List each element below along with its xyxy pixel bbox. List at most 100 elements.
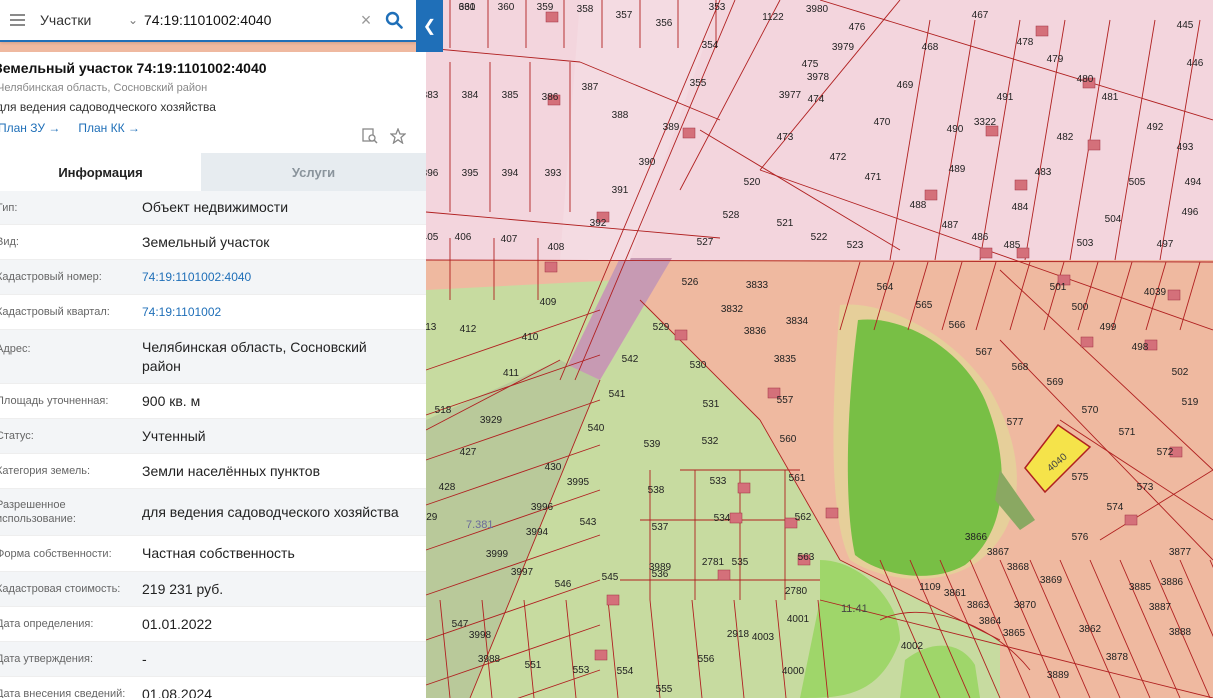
parcel-number-label: 4003 xyxy=(752,632,775,643)
parcel-number-label: 542 xyxy=(622,354,639,365)
parcel-number-label: 546 xyxy=(555,579,572,590)
layer-select[interactable]: Участки ⌄ xyxy=(40,12,138,28)
parcel-number-label: 3870 xyxy=(1014,600,1037,611)
parcel-number-label: 3980 xyxy=(806,4,829,15)
chevron-left-icon: ❮ xyxy=(422,18,437,35)
parcel-number-label: 4001 xyxy=(787,614,810,625)
parcel-number-label: 4039 xyxy=(1144,287,1167,298)
parcel-number-label: 500 xyxy=(1072,302,1089,313)
info-row-area: Площадь уточненная: 900 кв. м xyxy=(0,384,426,419)
plan-zu-link[interactable]: План ЗУ → xyxy=(0,121,60,135)
parcel-number-label: 3869 xyxy=(1040,575,1063,586)
parcel-number-label: 540 xyxy=(588,423,605,434)
panel-tabs: Информация Услуги xyxy=(0,153,426,191)
parcel-number-label: 3989 xyxy=(649,562,672,573)
parcel-number-label: 392 xyxy=(590,218,607,229)
hamburger-menu-icon[interactable] xyxy=(4,14,30,26)
parcel-number-label: 474 xyxy=(808,94,825,105)
parcel-number-label: 576 xyxy=(1072,532,1089,543)
parcel-number-label: 528 xyxy=(723,210,740,221)
parcel-number-label: 393 xyxy=(545,168,562,179)
row-value: 900 кв. м xyxy=(142,392,201,409)
row-value: Частная собственность xyxy=(142,545,295,561)
parcel-number-label: 547 xyxy=(452,619,469,630)
parcel-number-label: 3997 xyxy=(511,567,534,578)
parcel-number-label: 503 xyxy=(1077,238,1094,249)
parcel-number-label: 3999 xyxy=(486,549,509,560)
row-label: Дата утверждения: xyxy=(0,653,94,665)
search-input[interactable] xyxy=(144,12,354,28)
row-value: Челябинская область, Сосновский район xyxy=(142,338,367,374)
clear-icon[interactable]: × xyxy=(354,10,378,31)
parcel-number-label: 485 xyxy=(1004,240,1021,251)
parcel-number-label: 4002 xyxy=(901,641,924,652)
parcel-number-label: 472 xyxy=(830,152,847,163)
parcel-number-label: 395 xyxy=(462,168,479,179)
parcel-number-label: 496 xyxy=(1182,207,1199,218)
parcel-number-label: 527 xyxy=(697,237,714,248)
parcel-number-label: 3988 xyxy=(478,654,501,665)
parcel-number-label: 3866 xyxy=(965,532,988,543)
parcel-number-label: 390 xyxy=(639,157,656,168)
parcel-number-label: 2780 xyxy=(785,586,808,597)
parcel-number-label: 3885 xyxy=(1129,582,1152,593)
parcel-number-label: 519 xyxy=(1182,397,1199,408)
row-label: Статус: xyxy=(0,430,34,442)
parcel-number-label: 3878 xyxy=(1106,652,1129,663)
panel-header: Земельный участок 74:19:1101002:4040 Чел… xyxy=(0,52,426,153)
tab-services[interactable]: Услуги xyxy=(201,153,426,191)
parcel-number-label: 533 xyxy=(710,476,727,487)
residential-zone xyxy=(426,0,1213,260)
parcel-number-label: 407 xyxy=(501,234,518,245)
parcel-number-label: 1122 xyxy=(762,12,784,23)
row-value: Учтенный xyxy=(142,427,206,444)
row-value: 01.08.2024 xyxy=(142,685,213,698)
parcel-number-label: 575 xyxy=(1072,472,1089,483)
parcel-number-label: 386 xyxy=(542,92,559,103)
row-label: Кадастровая стоимость: xyxy=(0,583,121,595)
parcel-number-label: 357 xyxy=(616,10,633,21)
find-on-map-button[interactable] xyxy=(362,128,378,144)
tab-information[interactable]: Информация xyxy=(0,153,201,191)
collapse-panel-button[interactable]: ❮ xyxy=(416,0,443,52)
parcel-number-label: 531 xyxy=(703,399,720,410)
parcel-number-label: 577 xyxy=(1007,417,1024,428)
parcel-number-label: 501 xyxy=(1050,282,1067,293)
parcel-number-label: 567 xyxy=(976,347,993,358)
favorite-button[interactable] xyxy=(390,128,406,144)
parcel-number-label: 498 xyxy=(1132,342,1149,353)
parcel-number-label: 479 xyxy=(1047,54,1064,65)
parcel-number-label: 388 xyxy=(612,110,629,121)
parcel-number-label: 560 xyxy=(780,434,797,445)
parcel-number-label: 471 xyxy=(865,172,882,183)
parcel-number-label: 562 xyxy=(795,512,812,523)
parcel-number-label: 3865 xyxy=(1003,628,1026,639)
parcel-number-label: 384 xyxy=(462,90,479,101)
cadastral-quarter-link[interactable]: 74:19:1101002 xyxy=(138,303,426,322)
info-row-type: Тип: Объект недвижимости xyxy=(0,191,426,225)
row-label: Категория земель: xyxy=(0,465,91,477)
parcel-number-label: 3833 xyxy=(746,280,769,291)
parcel-number-label: 3832 xyxy=(721,304,744,315)
parcel-number-label: 412 xyxy=(460,324,477,335)
parcel-number-label: 545 xyxy=(602,572,619,583)
parcel-number-label: 571 xyxy=(1119,427,1136,438)
parcel-number-label: 445 xyxy=(1177,20,1194,31)
layer-select-label: Участки xyxy=(40,12,92,28)
parcel-number-label: 3862 xyxy=(1079,624,1102,635)
parcel-number-label: 493 xyxy=(1177,142,1194,153)
parcel-number-label: 554 xyxy=(617,666,634,677)
parcel-number-label: 3996 xyxy=(531,502,554,513)
parcel-number-label: 539 xyxy=(644,439,661,450)
search-button[interactable] xyxy=(378,4,410,36)
parcel-number-label: 532 xyxy=(702,436,719,447)
parcel-number-label: 570 xyxy=(1082,405,1099,416)
row-label: Площадь уточненная: xyxy=(0,395,109,407)
row-label: Дата внесения сведений: xyxy=(0,688,126,698)
plan-kk-link[interactable]: План КК → xyxy=(78,121,140,135)
parcel-number-label: 4000 xyxy=(782,666,805,677)
info-row-entry-date: Дата внесения сведений: 01.08.2024 xyxy=(0,677,426,698)
parcel-number-label: 564 xyxy=(877,282,894,293)
cadastral-number-link[interactable]: 74:19:1101002:4040 xyxy=(138,268,426,287)
parcel-number-label: 534 xyxy=(714,513,731,524)
